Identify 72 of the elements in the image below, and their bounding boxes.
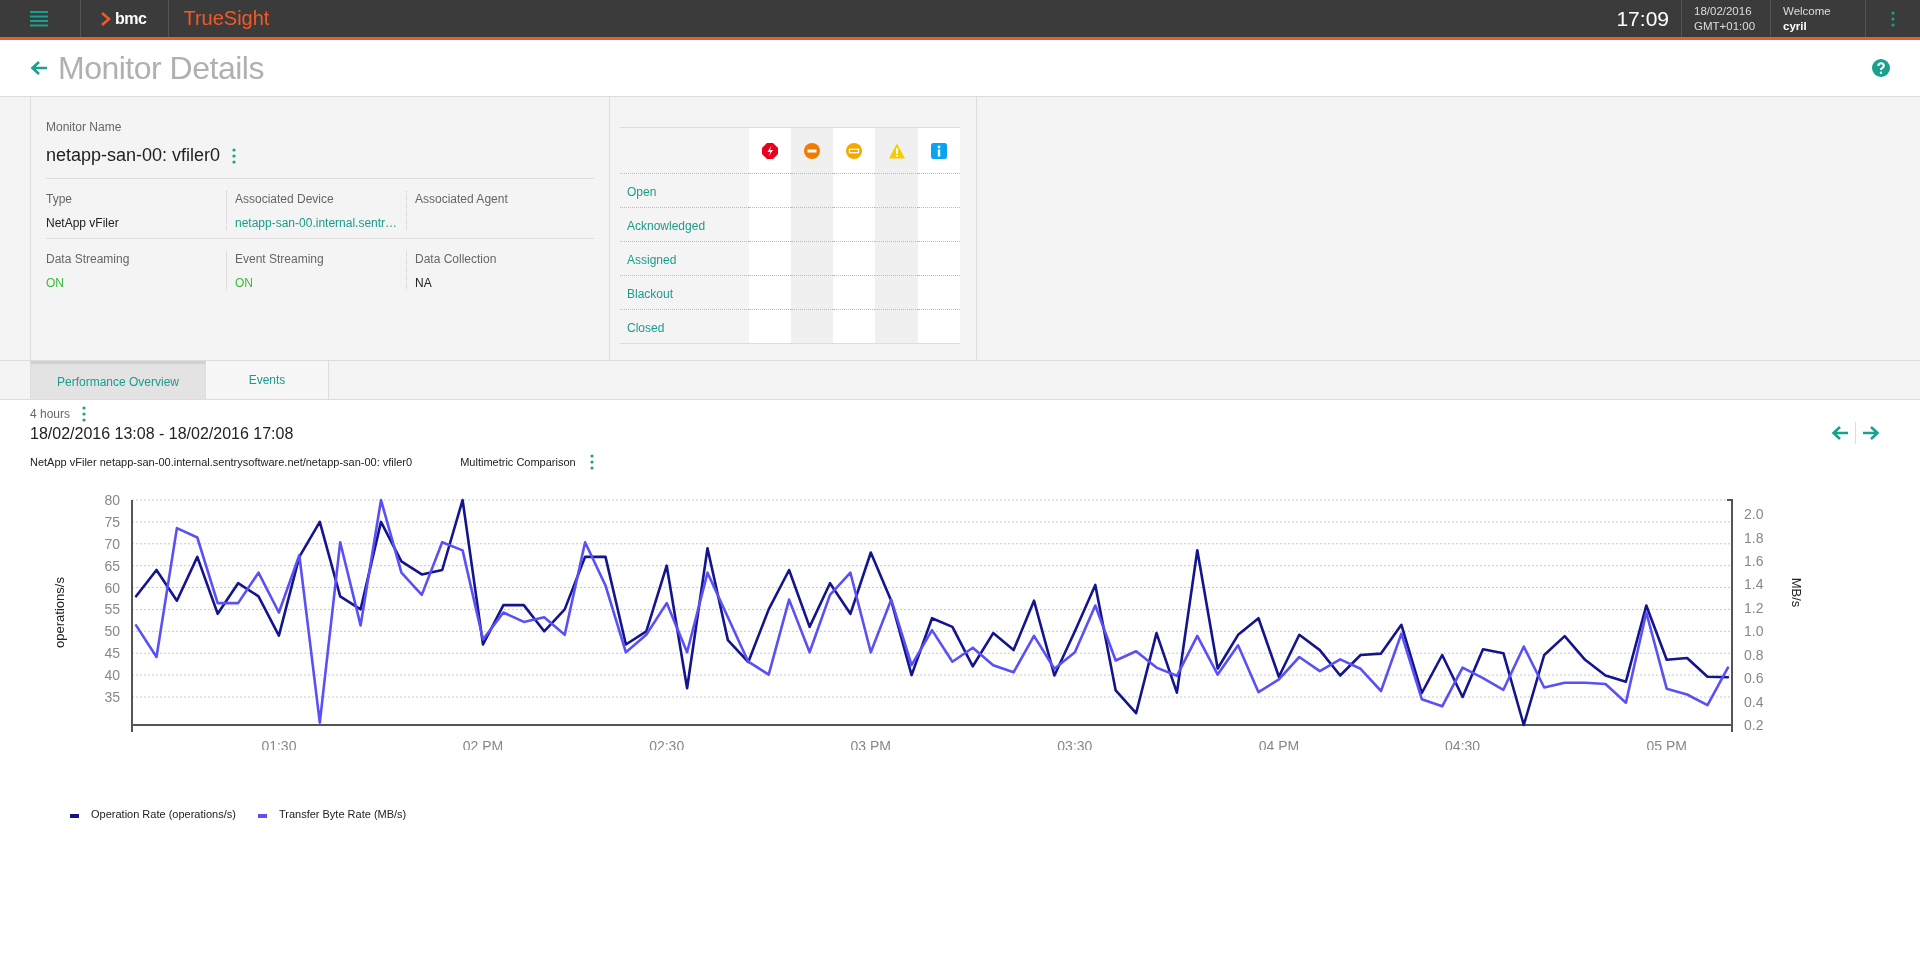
y-tick-label: 40	[104, 667, 120, 684]
brand-logo: bmc	[115, 9, 147, 28]
field-value: NA	[415, 276, 433, 290]
y-tick-label: 55	[104, 601, 120, 618]
period-label[interactable]: 4 hours	[30, 407, 71, 421]
warning-icon	[888, 142, 905, 159]
y-tick-label: 75	[104, 513, 120, 530]
field-label: Associated Agent	[415, 191, 509, 207]
chevron-logo-icon	[101, 11, 111, 26]
device-link[interactable]: netapp-san-00.internal.sentr…	[235, 216, 406, 230]
major-icon	[804, 142, 821, 159]
y-tick-label: 1.0	[1744, 623, 1764, 640]
page-title: Monitor Details	[58, 49, 264, 87]
y-tick-label: 0.6	[1744, 670, 1764, 687]
welcome-text: Welcome	[1783, 3, 1832, 19]
next-arrow-icon[interactable]	[1862, 425, 1880, 441]
date-text: 18/02/2016	[1694, 3, 1753, 19]
event-state-link[interactable]: Closed	[627, 320, 665, 335]
product-name: TrueSight	[183, 7, 270, 30]
info-icon	[930, 142, 947, 159]
status-value: ON	[235, 276, 254, 290]
y-tick-label: 60	[104, 579, 120, 596]
y-tick-label: 50	[104, 623, 120, 640]
event-state-link[interactable]: Assigned	[627, 252, 677, 267]
legend-swatch	[70, 814, 79, 818]
y-tick-label: 1.8	[1744, 529, 1764, 546]
minor-icon	[846, 142, 863, 159]
legend-label[interactable]: Transfer Byte Rate (MB/s)	[278, 808, 407, 820]
source-path: NetApp vFiler netapp-san-00.internal.sentrysoftware.net/netapp-san-00: vfiler0	[30, 456, 413, 468]
y-tick-label: 35	[104, 689, 120, 705]
back-arrow-icon[interactable]	[30, 60, 48, 76]
y-tick-label: 0.4	[1744, 693, 1764, 710]
tab[interactable]: Performance Overview	[31, 361, 206, 399]
field-label: Monitor Name	[46, 119, 123, 135]
critical-icon	[761, 142, 778, 159]
more-icon[interactable]	[589, 454, 594, 470]
field-label: Data Collection	[415, 251, 498, 267]
field-value: NetApp vFiler	[46, 216, 120, 230]
y-tick-label: 45	[104, 645, 120, 662]
date-range: 18/02/2016 13:08 - 18/02/2016 17:08	[30, 425, 294, 443]
previous-arrow-icon[interactable]	[1831, 425, 1849, 441]
y-tick-label: 65	[104, 557, 120, 574]
y-axis-title: MB/s	[1789, 577, 1804, 608]
y-tick-label: 2.0	[1744, 506, 1764, 523]
more-icon[interactable]	[82, 406, 87, 422]
field-label: Data Streaming	[46, 251, 131, 267]
status-value: ON	[46, 276, 65, 290]
clock-time: 17:09	[1615, 6, 1670, 31]
y-tick-label: 0.8	[1744, 646, 1764, 663]
field-label: Associated Device	[235, 191, 335, 207]
help-icon[interactable]	[1872, 59, 1890, 77]
y-tick-label: 80	[104, 492, 120, 508]
y-tick-label: 1.4	[1744, 576, 1764, 593]
y-tick-label: 1.2	[1744, 599, 1764, 616]
legend-label[interactable]: Operation Rate (operations/s)	[91, 808, 236, 820]
view-name[interactable]: Multimetric Comparison	[460, 456, 576, 468]
y-axis-title: operations/s	[52, 577, 67, 648]
legend-swatch	[257, 814, 267, 818]
y-tick-label: 1.6	[1744, 552, 1764, 569]
event-state-link[interactable]: Open	[627, 184, 657, 199]
event-state-link[interactable]: Blackout	[627, 286, 674, 301]
y-tick-label: 0.2	[1744, 717, 1764, 733]
more-icon[interactable]	[232, 147, 237, 164]
monitor-name: netapp-san-00: vfiler0	[46, 145, 221, 166]
field-label: Event Streaming	[235, 251, 325, 267]
y-tick-label: 70	[104, 535, 120, 552]
user-name[interactable]: cyril	[1783, 18, 1853, 34]
event-state-link[interactable]: Acknowledged	[627, 218, 706, 233]
more-icon[interactable]	[1891, 10, 1895, 27]
field-label: Type	[46, 191, 73, 207]
menu-icon[interactable]	[30, 10, 48, 27]
timezone-text: GMT+01:00	[1694, 18, 1757, 34]
